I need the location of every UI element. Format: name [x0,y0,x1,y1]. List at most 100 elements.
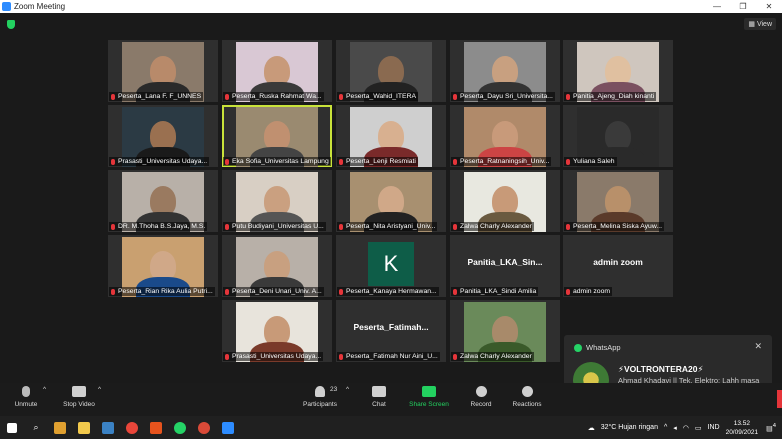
meeting-toolbar: Unmute ^ Stop Video ^ 23 Participants ^ … [0,383,782,416]
participant-tile[interactable]: Panitia_LKA_Sin... Panitia_LKA_Sindi Amil… [450,235,560,297]
unmute-label: Unmute [14,401,38,408]
file-explorer-icon[interactable] [72,416,96,439]
participant-name-label: Peserta_Rian Rika Aulia Putri... [109,287,215,296]
participant-tile[interactable]: admin zoom admin zoom [563,235,673,297]
participant-tile[interactable]: Peserta_Rian Rika Aulia Putri... [108,235,218,297]
participant-name: Prasasti_Universitas Udaya... [232,353,322,360]
chat-label: Chat [372,401,386,408]
muted-mic-icon [225,93,229,100]
muted-mic-icon [111,158,115,165]
notification-close-icon[interactable]: ✕ [754,341,762,352]
participant-name: Panitia_LKA_Sindi Amilia [460,288,537,295]
language-indicator[interactable]: IND [708,424,720,431]
muted-mic-icon [566,158,570,165]
participant-tile[interactable]: DR. M.Thoha B.S.Jaya, M.S. [108,170,218,232]
participants-button[interactable]: 23 Participants [300,386,340,408]
wifi-icon[interactable]: ◠ [683,424,689,432]
unmute-options-chevron-icon[interactable]: ^ [43,386,46,393]
participants-count: 23 [330,386,338,393]
app-icon[interactable] [96,416,120,439]
participant-tile[interactable]: K Peserta_Kanaya Hermawan... [336,235,446,297]
participant-tile[interactable]: Peserta_Ruska Rahmat Wa... [222,40,332,102]
search-icon[interactable]: ⌕ [24,416,48,439]
muted-mic-icon [566,223,570,230]
participant-tile[interactable]: Yuliana Saleh [563,105,673,167]
unmute-button[interactable]: Unmute [8,386,44,408]
reactions-label: Reactions [512,401,542,408]
participant-name-label: Peserta_Lenji Resmiati [337,157,418,166]
whatsapp-icon [574,343,582,352]
participant-tile[interactable]: Zalwa Charly Alexander [450,300,560,362]
share-screen-button[interactable]: Share Screen [406,386,452,408]
participants-options-chevron-icon[interactable]: ^ [346,386,349,393]
participant-name-label: Peserta_Nita Aristyani_Univ... [337,222,438,231]
muted-microphone-icon [22,386,30,397]
maximize-button[interactable]: ❐ [730,2,756,11]
participant-name: Panitia_Ajeng_Diah kinanti [573,93,655,100]
weather-text[interactable]: 32°C Hujan ringan [601,424,658,431]
participant-tile[interactable]: Peserta_Ratnaningsih_Univ... [450,105,560,167]
participant-name-label: Prasasti_Universitas Udaya... [223,352,324,361]
muted-mic-icon [566,93,570,100]
close-button[interactable]: ✕ [756,2,782,11]
view-button[interactable]: ▦ View [744,18,776,30]
chrome-icon[interactable] [120,416,144,439]
system-tray: ☁ 32°C Hujan ringan ^ ◂ ◠ ▭ IND 13.52 20… [588,416,782,439]
reactions-button[interactable]: Reactions [510,386,544,408]
participant-tile[interactable]: Peserta_Wahid_ITERA [336,40,446,102]
minimize-button[interactable]: — [704,2,730,11]
participant-tile[interactable]: Peserta_Melina Siska Ayuw... [563,170,673,232]
participant-tile[interactable]: Prasasti_Universitas Udaya... [108,105,218,167]
participant-name-label: DR. M.Thoha B.S.Jaya, M.S. [109,222,208,231]
participant-name: Zalwa Charly Alexander [460,353,532,360]
notification-title: ⚡VOLTRONTERA20⚡ [618,364,704,374]
participant-name-label: Peserta_Fatimah Nur Aini_U... [337,352,440,361]
participant-name: Peserta_Ruska Rahmat Wa... [232,93,322,100]
end-meeting-button[interactable] [777,390,782,408]
muted-mic-icon [339,158,343,165]
participant-tile[interactable]: Eka Sofia_Universitas Lampung [222,105,332,167]
participant-tile[interactable]: Prasasti_Universitas Udaya... [222,300,332,362]
notification-center-icon[interactable]: ▤4 [766,423,776,432]
window-title: Zoom Meeting [14,2,66,11]
stop-video-button[interactable]: Stop Video [58,386,100,408]
chat-bubble-icon [372,386,386,397]
zoom-taskbar-icon[interactable] [216,416,240,439]
participant-name: admin zoom [573,288,611,295]
participant-tile[interactable]: Zalwa Charly Alexander [450,170,560,232]
participant-name-label: admin zoom [564,287,613,296]
participant-tile[interactable]: Peserta_Dayu Sri_Universita... [450,40,560,102]
store-icon[interactable] [48,416,72,439]
video-options-chevron-icon[interactable]: ^ [98,386,101,393]
participant-name: Eka Sofia_Universitas Lampung [232,158,329,165]
tray-arrow-icon[interactable]: ^ [664,424,667,431]
start-icon[interactable] [0,416,24,439]
office-icon[interactable] [144,416,168,439]
participant-name-label: Peserta_Ruska Rahmat Wa... [223,92,324,101]
participant-name: Peserta_Wahid_ITERA [346,93,417,100]
security-shield-icon[interactable] [7,20,15,29]
clock[interactable]: 13.52 20/09/2021 [726,419,759,437]
record-icon [475,386,487,397]
participant-name: Peserta_Ratnaningsih_Univ... [460,158,550,165]
participant-tile[interactable]: Peserta_Lana F. F_UNNES [108,40,218,102]
participant-tile[interactable]: Peserta_Lenji Resmiati [336,105,446,167]
chrome-2-icon[interactable] [192,416,216,439]
participant-name-label: Putu Budiyani_Universitas U... [223,222,326,231]
whatsapp-taskbar-icon[interactable] [168,416,192,439]
participant-tile[interactable]: Peserta_Deni Unari_Univ. A... [222,235,332,297]
muted-mic-icon [453,223,457,230]
participant-tile[interactable]: Putu Budiyani_Universitas U... [222,170,332,232]
record-button[interactable]: Record [466,386,496,408]
battery-icon[interactable]: ▭ [695,424,702,432]
participants-label: Participants [303,401,337,408]
muted-mic-icon [453,353,457,360]
chat-button[interactable]: Chat [364,386,394,408]
participant-tile[interactable]: Peserta_Fatimah... Peserta_Fatimah Nur Ai… [336,300,446,362]
zoom-app-icon [2,2,11,11]
participant-tile[interactable]: Peserta_Nita Aristyani_Univ... [336,170,446,232]
participant-tile[interactable]: Panitia_Ajeng_Diah kinanti [563,40,673,102]
weather-cloud-icon[interactable]: ☁ [588,424,595,432]
speaker-icon[interactable]: ◂ [673,424,677,432]
participant-name: Peserta_Kanaya Hermawan... [346,288,437,295]
